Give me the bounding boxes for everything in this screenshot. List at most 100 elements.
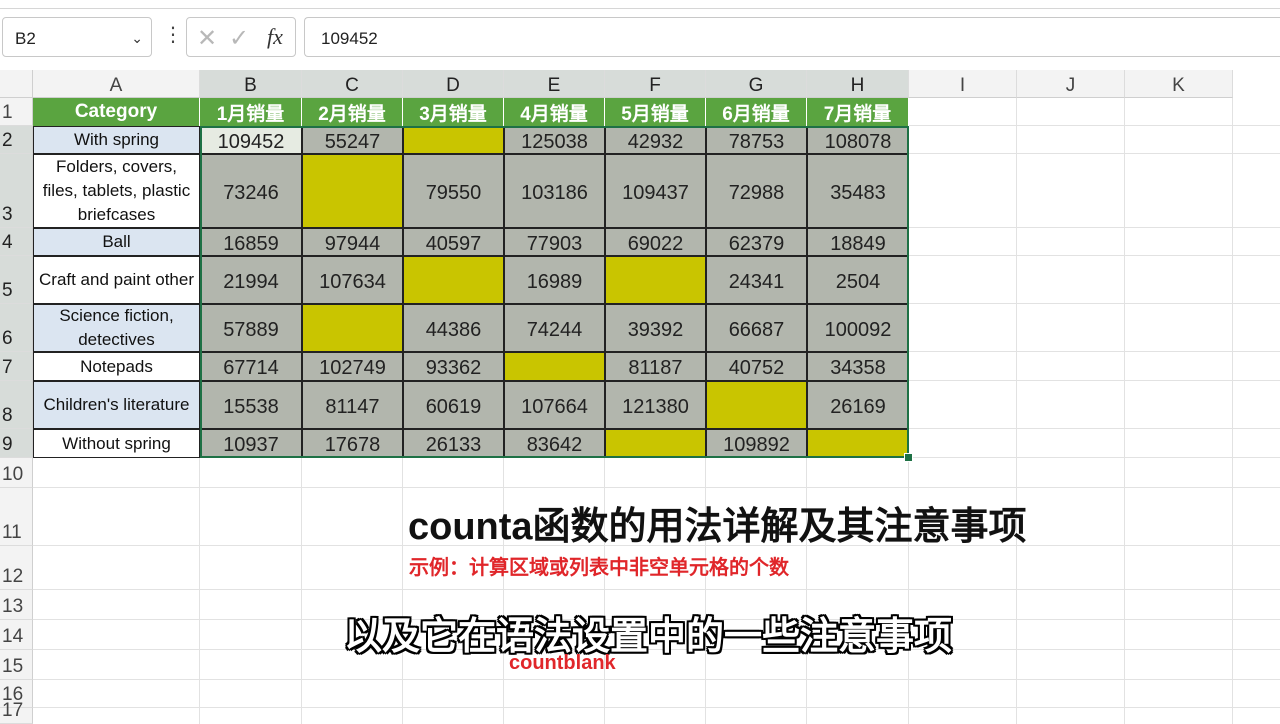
value-cell[interactable]: 103186: [504, 154, 605, 228]
value-cell[interactable]: 67714: [200, 352, 302, 381]
value-cell[interactable]: 121380: [605, 381, 706, 429]
value-cell[interactable]: 26169: [807, 381, 909, 429]
value-cell[interactable]: 72988: [706, 154, 807, 228]
value-cell[interactable]: 55247: [302, 126, 403, 154]
row-header-2[interactable]: 2: [0, 126, 33, 154]
blank-cell[interactable]: [302, 154, 403, 228]
value-cell[interactable]: 2504: [807, 256, 909, 304]
column-header-i[interactable]: I: [909, 70, 1017, 98]
row-header-17[interactable]: 17: [0, 700, 33, 724]
category-cell[interactable]: Craft and paint other: [33, 256, 200, 304]
value-cell[interactable]: 39392: [605, 304, 706, 352]
category-cell[interactable]: Children's literature: [33, 381, 200, 429]
value-cell[interactable]: 10937: [200, 429, 302, 458]
value-cell[interactable]: 60619: [403, 381, 504, 429]
value-cell[interactable]: 107664: [504, 381, 605, 429]
value-cell[interactable]: 24341: [706, 256, 807, 304]
value-cell[interactable]: 57889: [200, 304, 302, 352]
row-header-7[interactable]: 7: [0, 352, 33, 381]
row-header-4[interactable]: 4: [0, 228, 33, 256]
value-cell[interactable]: 81147: [302, 381, 403, 429]
select-all-corner[interactable]: [0, 70, 33, 98]
value-cell[interactable]: 109437: [605, 154, 706, 228]
blank-cell[interactable]: [403, 256, 504, 304]
value-cell[interactable]: 100092: [807, 304, 909, 352]
column-header-j[interactable]: J: [1017, 70, 1125, 98]
row-header-11[interactable]: 11: [0, 488, 33, 546]
header-month-3[interactable]: 3月销量: [403, 98, 504, 126]
category-cell[interactable]: Science fiction, detectives: [33, 304, 200, 352]
category-cell[interactable]: Without spring: [33, 429, 200, 458]
blank-cell[interactable]: [504, 352, 605, 381]
column-header-f[interactable]: F: [605, 70, 706, 98]
header-month-5[interactable]: 5月销量: [605, 98, 706, 126]
value-cell[interactable]: 78753: [706, 126, 807, 154]
column-header-k[interactable]: K: [1125, 70, 1233, 98]
column-header-d[interactable]: D: [403, 70, 504, 98]
value-cell[interactable]: 77903: [504, 228, 605, 256]
row-header-9[interactable]: 9: [0, 429, 33, 458]
value-cell[interactable]: 73246: [200, 154, 302, 228]
value-cell[interactable]: 79550: [403, 154, 504, 228]
column-header-a[interactable]: A: [33, 70, 200, 98]
row-header-8[interactable]: 8: [0, 381, 33, 429]
row-header-15[interactable]: 15: [0, 650, 33, 680]
row-header-6[interactable]: 6: [0, 304, 33, 352]
value-cell[interactable]: 40597: [403, 228, 504, 256]
row-header-12[interactable]: 12: [0, 546, 33, 590]
column-header-e[interactable]: E: [504, 70, 605, 98]
value-cell[interactable]: 62379: [706, 228, 807, 256]
value-cell[interactable]: 108078: [807, 126, 909, 154]
value-cell[interactable]: 109452: [200, 126, 302, 154]
column-header-c[interactable]: C: [302, 70, 403, 98]
value-cell[interactable]: 69022: [605, 228, 706, 256]
header-month-2[interactable]: 2月销量: [302, 98, 403, 126]
header-month-1[interactable]: 1月销量: [200, 98, 302, 126]
category-cell[interactable]: With spring: [33, 126, 200, 154]
header-month-4[interactable]: 4月销量: [504, 98, 605, 126]
header-category[interactable]: Category: [33, 98, 200, 126]
value-cell[interactable]: 109892: [706, 429, 807, 458]
category-cell[interactable]: Ball: [33, 228, 200, 256]
value-cell[interactable]: 42932: [605, 126, 706, 154]
value-cell[interactable]: 17678: [302, 429, 403, 458]
blank-cell[interactable]: [403, 126, 504, 154]
value-cell[interactable]: 66687: [706, 304, 807, 352]
blank-cell[interactable]: [605, 429, 706, 458]
column-header-h[interactable]: H: [807, 70, 909, 98]
value-cell[interactable]: 40752: [706, 352, 807, 381]
value-cell[interactable]: 35483: [807, 154, 909, 228]
row-header-3[interactable]: 3: [0, 154, 33, 228]
value-cell[interactable]: 26133: [403, 429, 504, 458]
value-cell[interactable]: 93362: [403, 352, 504, 381]
blank-cell[interactable]: [807, 429, 909, 458]
column-header-g[interactable]: G: [706, 70, 807, 98]
row-header-1[interactable]: 1: [0, 98, 33, 126]
value-cell[interactable]: 16859: [200, 228, 302, 256]
value-cell[interactable]: 44386: [403, 304, 504, 352]
row-header-10[interactable]: 10: [0, 458, 33, 488]
blank-cell[interactable]: [706, 381, 807, 429]
value-cell[interactable]: 18849: [807, 228, 909, 256]
value-cell[interactable]: 125038: [504, 126, 605, 154]
value-cell[interactable]: 97944: [302, 228, 403, 256]
value-cell[interactable]: 16989: [504, 256, 605, 304]
blank-cell[interactable]: [605, 256, 706, 304]
value-cell[interactable]: 81187: [605, 352, 706, 381]
column-header-b[interactable]: B: [200, 70, 302, 98]
category-cell[interactable]: Notepads: [33, 352, 200, 381]
value-cell[interactable]: 74244: [504, 304, 605, 352]
value-cell[interactable]: 21994: [200, 256, 302, 304]
header-month-7[interactable]: 7月销量: [807, 98, 909, 126]
blank-cell[interactable]: [302, 304, 403, 352]
value-cell[interactable]: 102749: [302, 352, 403, 381]
category-cell[interactable]: Folders, covers, files, tablets, plastic…: [33, 154, 200, 228]
value-cell[interactable]: 15538: [200, 381, 302, 429]
fill-handle[interactable]: [904, 453, 913, 462]
row-header-5[interactable]: 5: [0, 256, 33, 304]
header-month-6[interactable]: 6月销量: [706, 98, 807, 126]
value-cell[interactable]: 107634: [302, 256, 403, 304]
row-header-13[interactable]: 13: [0, 590, 33, 620]
row-header-14[interactable]: 14: [0, 620, 33, 650]
value-cell[interactable]: 83642: [504, 429, 605, 458]
